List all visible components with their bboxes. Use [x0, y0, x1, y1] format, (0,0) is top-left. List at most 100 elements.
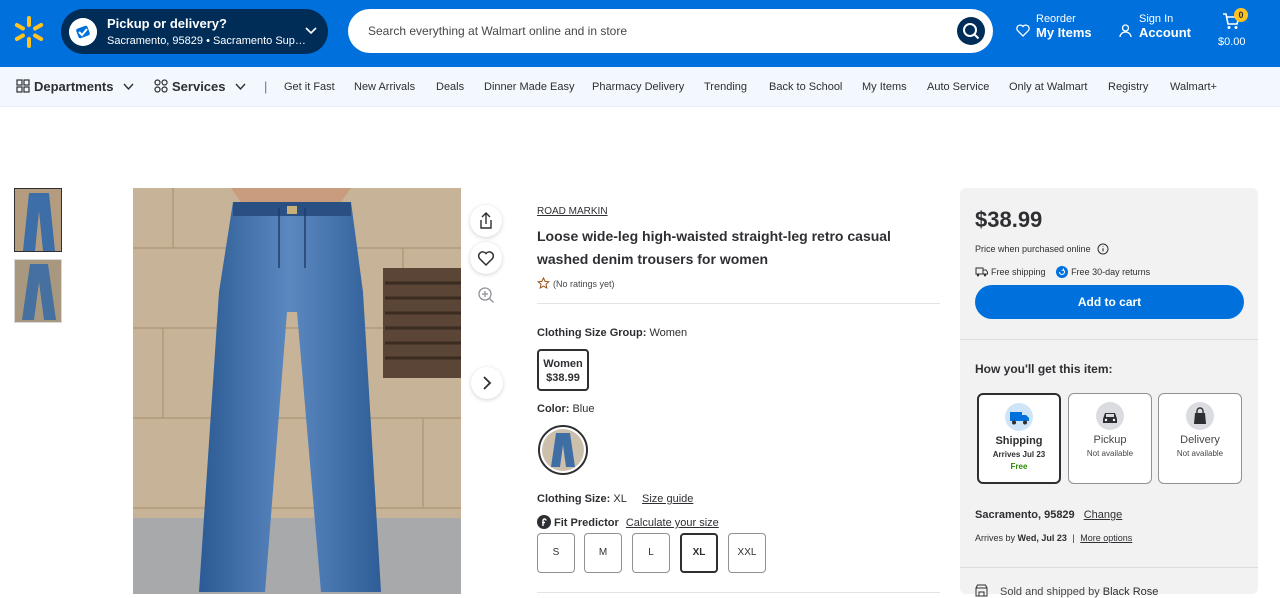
- services-menu[interactable]: Services: [154, 79, 246, 94]
- color-swatch-blue[interactable]: [538, 425, 588, 475]
- size-option-m[interactable]: M: [584, 533, 622, 573]
- nav-separator: |: [264, 79, 268, 94]
- next-image-button[interactable]: [471, 367, 503, 399]
- delivery-bag-icon: [1186, 402, 1214, 430]
- fulfillment-option-shipping[interactable]: Shipping Arrives Jul 23 Free: [977, 393, 1061, 484]
- account-label: Account: [1139, 25, 1191, 40]
- size-group-value: Women: [649, 327, 688, 339]
- product-rating[interactable]: (No ratings yet): [537, 276, 615, 289]
- walmart-spark-logo-icon[interactable]: [14, 15, 44, 49]
- pickup-availability: Not available: [1086, 449, 1134, 458]
- cart-button[interactable]: 0 $0.00: [1216, 8, 1256, 52]
- size-option-xxl[interactable]: XXL: [728, 533, 766, 573]
- clothing-size-value: XL: [613, 493, 627, 505]
- nav-link-trending[interactable]: Trending: [704, 81, 747, 93]
- pickup-car-icon: [1096, 402, 1124, 430]
- product-thumbnail[interactable]: [14, 259, 62, 323]
- nav-link-my-items[interactable]: My Items: [862, 81, 907, 93]
- header-bar: Pickup or delivery? Sacramento, 95829 • …: [0, 0, 1280, 67]
- clothing-size-row: Clothing Size: XL: [537, 493, 627, 505]
- share-icon: [480, 212, 492, 229]
- size-option-l[interactable]: L: [632, 533, 670, 573]
- clothing-size-label: Clothing Size:: [537, 493, 611, 505]
- departments-menu[interactable]: Departments: [16, 79, 134, 94]
- nav-link-registry[interactable]: Registry: [1108, 81, 1148, 93]
- color-row: Color: Blue: [537, 403, 594, 415]
- secondary-nav: Departments Services | Get it Fast New A…: [0, 67, 1280, 107]
- pickup-store-icon: [69, 18, 97, 46]
- fulfillment-heading: How you'll get this item:: [975, 362, 1113, 376]
- account-link[interactable]: Sign In Account: [1119, 13, 1191, 40]
- services-grid-icon: [154, 79, 168, 93]
- seller-name[interactable]: Black Rose: [1103, 586, 1159, 598]
- size-group-label: Clothing Size Group:: [537, 327, 647, 339]
- info-icon[interactable]: [1097, 243, 1109, 255]
- services-label: Services: [172, 79, 226, 94]
- nav-link-new-arrivals[interactable]: New Arrivals: [354, 81, 415, 93]
- calculate-size-link[interactable]: Calculate your size: [626, 517, 719, 529]
- size-group-option-price: $38.99: [546, 372, 580, 384]
- fit-predictor-label: Fit Predictor: [554, 517, 619, 529]
- fulfillment-option-delivery[interactable]: Delivery Not available: [1158, 393, 1242, 484]
- arrives-date: Wed, Jul 23: [1017, 533, 1067, 543]
- size-group-option-women[interactable]: Women $38.99: [537, 349, 589, 391]
- my-items-label: My Items: [1036, 25, 1092, 40]
- nav-link-get-it-fast[interactable]: Get it Fast: [284, 81, 335, 93]
- shipping-returns-row: Free shipping Free 30-day returns: [975, 266, 1150, 278]
- delivery-availability: Not available: [1176, 449, 1224, 458]
- nav-link-dinner-made-easy[interactable]: Dinner Made Easy: [484, 81, 575, 93]
- store-icon: [975, 584, 988, 597]
- search-button[interactable]: [957, 17, 985, 45]
- divider: [537, 592, 940, 593]
- search-icon: [963, 23, 980, 40]
- nav-link-deals[interactable]: Deals: [436, 81, 464, 93]
- fit-predictor-icon: [537, 515, 551, 529]
- size-guide-link[interactable]: Size guide: [642, 493, 693, 505]
- reorder-my-items-link[interactable]: Reorder My Items: [1016, 13, 1092, 40]
- search-input[interactable]: [368, 9, 948, 53]
- shipping-arrival: Arrives Jul 23: [992, 450, 1046, 459]
- pickup-location: Sacramento, 95829 • Sacramento Supe...: [107, 35, 307, 47]
- color-value: Blue: [572, 403, 595, 415]
- change-location-link[interactable]: Change: [1084, 509, 1123, 521]
- pickup-delivery-selector[interactable]: Pickup or delivery? Sacramento, 95829 • …: [61, 9, 328, 54]
- more-options-link[interactable]: More options: [1080, 533, 1132, 543]
- grid-icon: [16, 79, 30, 93]
- product-price: $38.99: [975, 207, 1043, 232]
- color-label: Color:: [537, 403, 570, 415]
- price-note-text: Price when purchased online: [975, 244, 1091, 254]
- brand-link[interactable]: ROAD MARKIN: [537, 206, 608, 217]
- product-thumbnail[interactable]: [14, 188, 62, 252]
- returns-icon: [1056, 266, 1069, 278]
- size-option-xl[interactable]: XL: [680, 533, 718, 573]
- sold-by-prefix: Sold and shipped by: [1000, 586, 1100, 598]
- zoom-button[interactable]: [470, 279, 502, 311]
- nav-link-walmart-plus[interactable]: Walmart+: [1170, 81, 1217, 93]
- divider: [537, 303, 940, 304]
- size-option-s[interactable]: S: [537, 533, 575, 573]
- reorder-label: Reorder: [1036, 13, 1076, 25]
- chevron-down-icon: [123, 83, 134, 91]
- nav-link-back-to-school[interactable]: Back to School: [769, 81, 842, 93]
- free-returns-text: Free 30-day returns: [1071, 267, 1151, 277]
- departments-label: Departments: [34, 79, 114, 94]
- share-button[interactable]: [470, 205, 502, 237]
- nav-link-only-at-walmart[interactable]: Only at Walmart: [1009, 81, 1087, 93]
- price-note: Price when purchased online: [975, 243, 1109, 255]
- arrival-row: Arrives by Wed, Jul 23 | More options: [975, 533, 1132, 543]
- product-main-image: [133, 188, 461, 594]
- nav-link-pharmacy-delivery[interactable]: Pharmacy Delivery: [592, 81, 684, 93]
- add-to-cart-button[interactable]: Add to cart: [975, 285, 1244, 319]
- shipping-title: Shipping: [995, 435, 1043, 447]
- fulfillment-option-pickup[interactable]: Pickup Not available: [1068, 393, 1152, 484]
- nav-link-auto-service[interactable]: Auto Service: [927, 81, 989, 93]
- pickup-title: Pickup: [1093, 434, 1127, 446]
- sign-in-label: Sign In: [1139, 13, 1174, 25]
- delivery-title: Delivery: [1180, 434, 1220, 446]
- divider: [960, 339, 1258, 340]
- rating-text: (No ratings yet): [553, 279, 615, 289]
- zoom-in-icon: [478, 287, 494, 303]
- heart-icon: [1016, 24, 1030, 37]
- favorite-button[interactable]: [470, 242, 502, 274]
- size-group-row: Clothing Size Group: Women: [537, 327, 687, 339]
